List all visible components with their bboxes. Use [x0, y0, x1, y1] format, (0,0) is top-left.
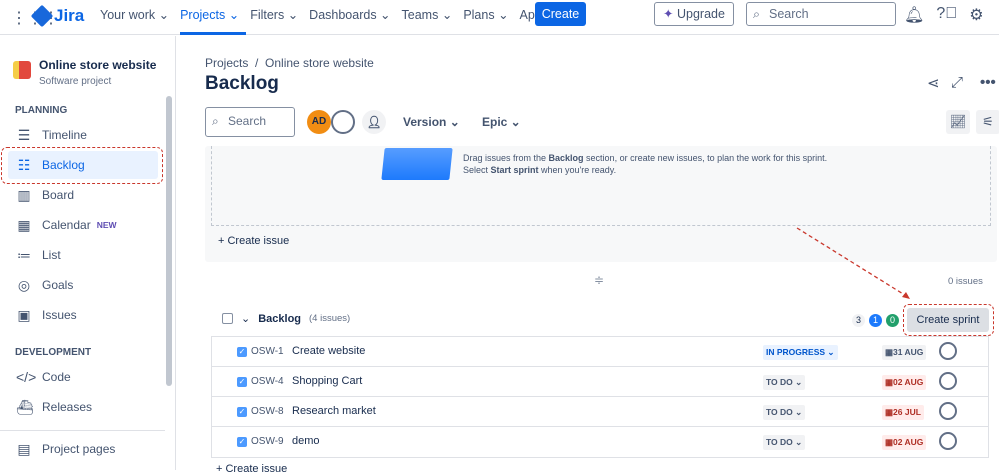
status-dropdown[interactable]: TO DO ⌄ [763, 405, 806, 420]
backlog-count: (4 issues) [309, 313, 351, 324]
todo-count: 3 [852, 314, 865, 327]
issue-key[interactable]: OSW-4 [251, 376, 284, 387]
issue-summary[interactable]: Research market [292, 405, 376, 417]
issue-summary[interactable]: Shopping Cart [292, 375, 362, 387]
assignee-avatar[interactable] [939, 342, 957, 360]
status-dropdown[interactable]: IN PROGRESS ⌄ [763, 345, 838, 360]
assignee-avatar[interactable] [939, 432, 957, 450]
issue-key[interactable]: OSW-9 [251, 436, 284, 447]
collapse-chevron-icon[interactable]: ⌄ [241, 312, 250, 325]
table-row[interactable]: ✓ OSW-1 Create website IN PROGRESS ⌄ ▦31… [212, 337, 988, 367]
story-type-icon: ✓ [237, 347, 247, 357]
calendar-icon: ▦ [885, 407, 894, 417]
due-date-badge: ▦31 AUG [882, 345, 927, 360]
backlog-title: Backlog [258, 312, 302, 325]
issue-key[interactable]: OSW-8 [251, 406, 284, 417]
calendar-icon: ▦ [885, 347, 894, 357]
select-all-checkbox[interactable] [222, 313, 233, 324]
table-row[interactable]: ✓ OSW-4 Shopping Cart TO DO ⌄ ▦02 AUG [212, 367, 988, 397]
assignee-avatar[interactable] [939, 402, 957, 420]
highlight-annotation [903, 304, 994, 336]
assignee-avatar[interactable] [939, 372, 957, 390]
create-issue-button-bottom[interactable]: + Create issue [216, 463, 287, 475]
calendar-icon: ▦ [885, 377, 894, 387]
due-date-badge: ▦26 JUL [882, 405, 924, 420]
status-dropdown[interactable]: TO DO ⌄ [763, 435, 806, 450]
issue-summary[interactable]: Create website [292, 345, 365, 357]
table-row[interactable]: ✓ OSW-9 demo TO DO ⌄ ▦02 AUG [212, 427, 988, 457]
calendar-icon: ▦ [885, 437, 894, 447]
story-type-icon: ✓ [237, 437, 247, 447]
story-type-icon: ✓ [237, 377, 247, 387]
backlog-header: ⌄ Backlog (4 issues) [222, 312, 350, 325]
inprogress-count: 1 [869, 314, 882, 327]
done-count: 0 [886, 314, 899, 327]
due-date-badge: ▦02 AUG [882, 375, 927, 390]
status-dropdown[interactable]: TO DO ⌄ [763, 375, 806, 390]
issue-key[interactable]: OSW-1 [251, 346, 284, 357]
table-row[interactable]: ✓ OSW-8 Research market TO DO ⌄ ▦26 JUL [212, 397, 988, 427]
story-type-icon: ✓ [237, 407, 247, 417]
issue-summary[interactable]: demo [292, 435, 320, 447]
backlog-issue-list: ✓ OSW-1 Create website IN PROGRESS ⌄ ▦31… [211, 336, 989, 458]
due-date-badge: ▦02 AUG [882, 435, 927, 450]
